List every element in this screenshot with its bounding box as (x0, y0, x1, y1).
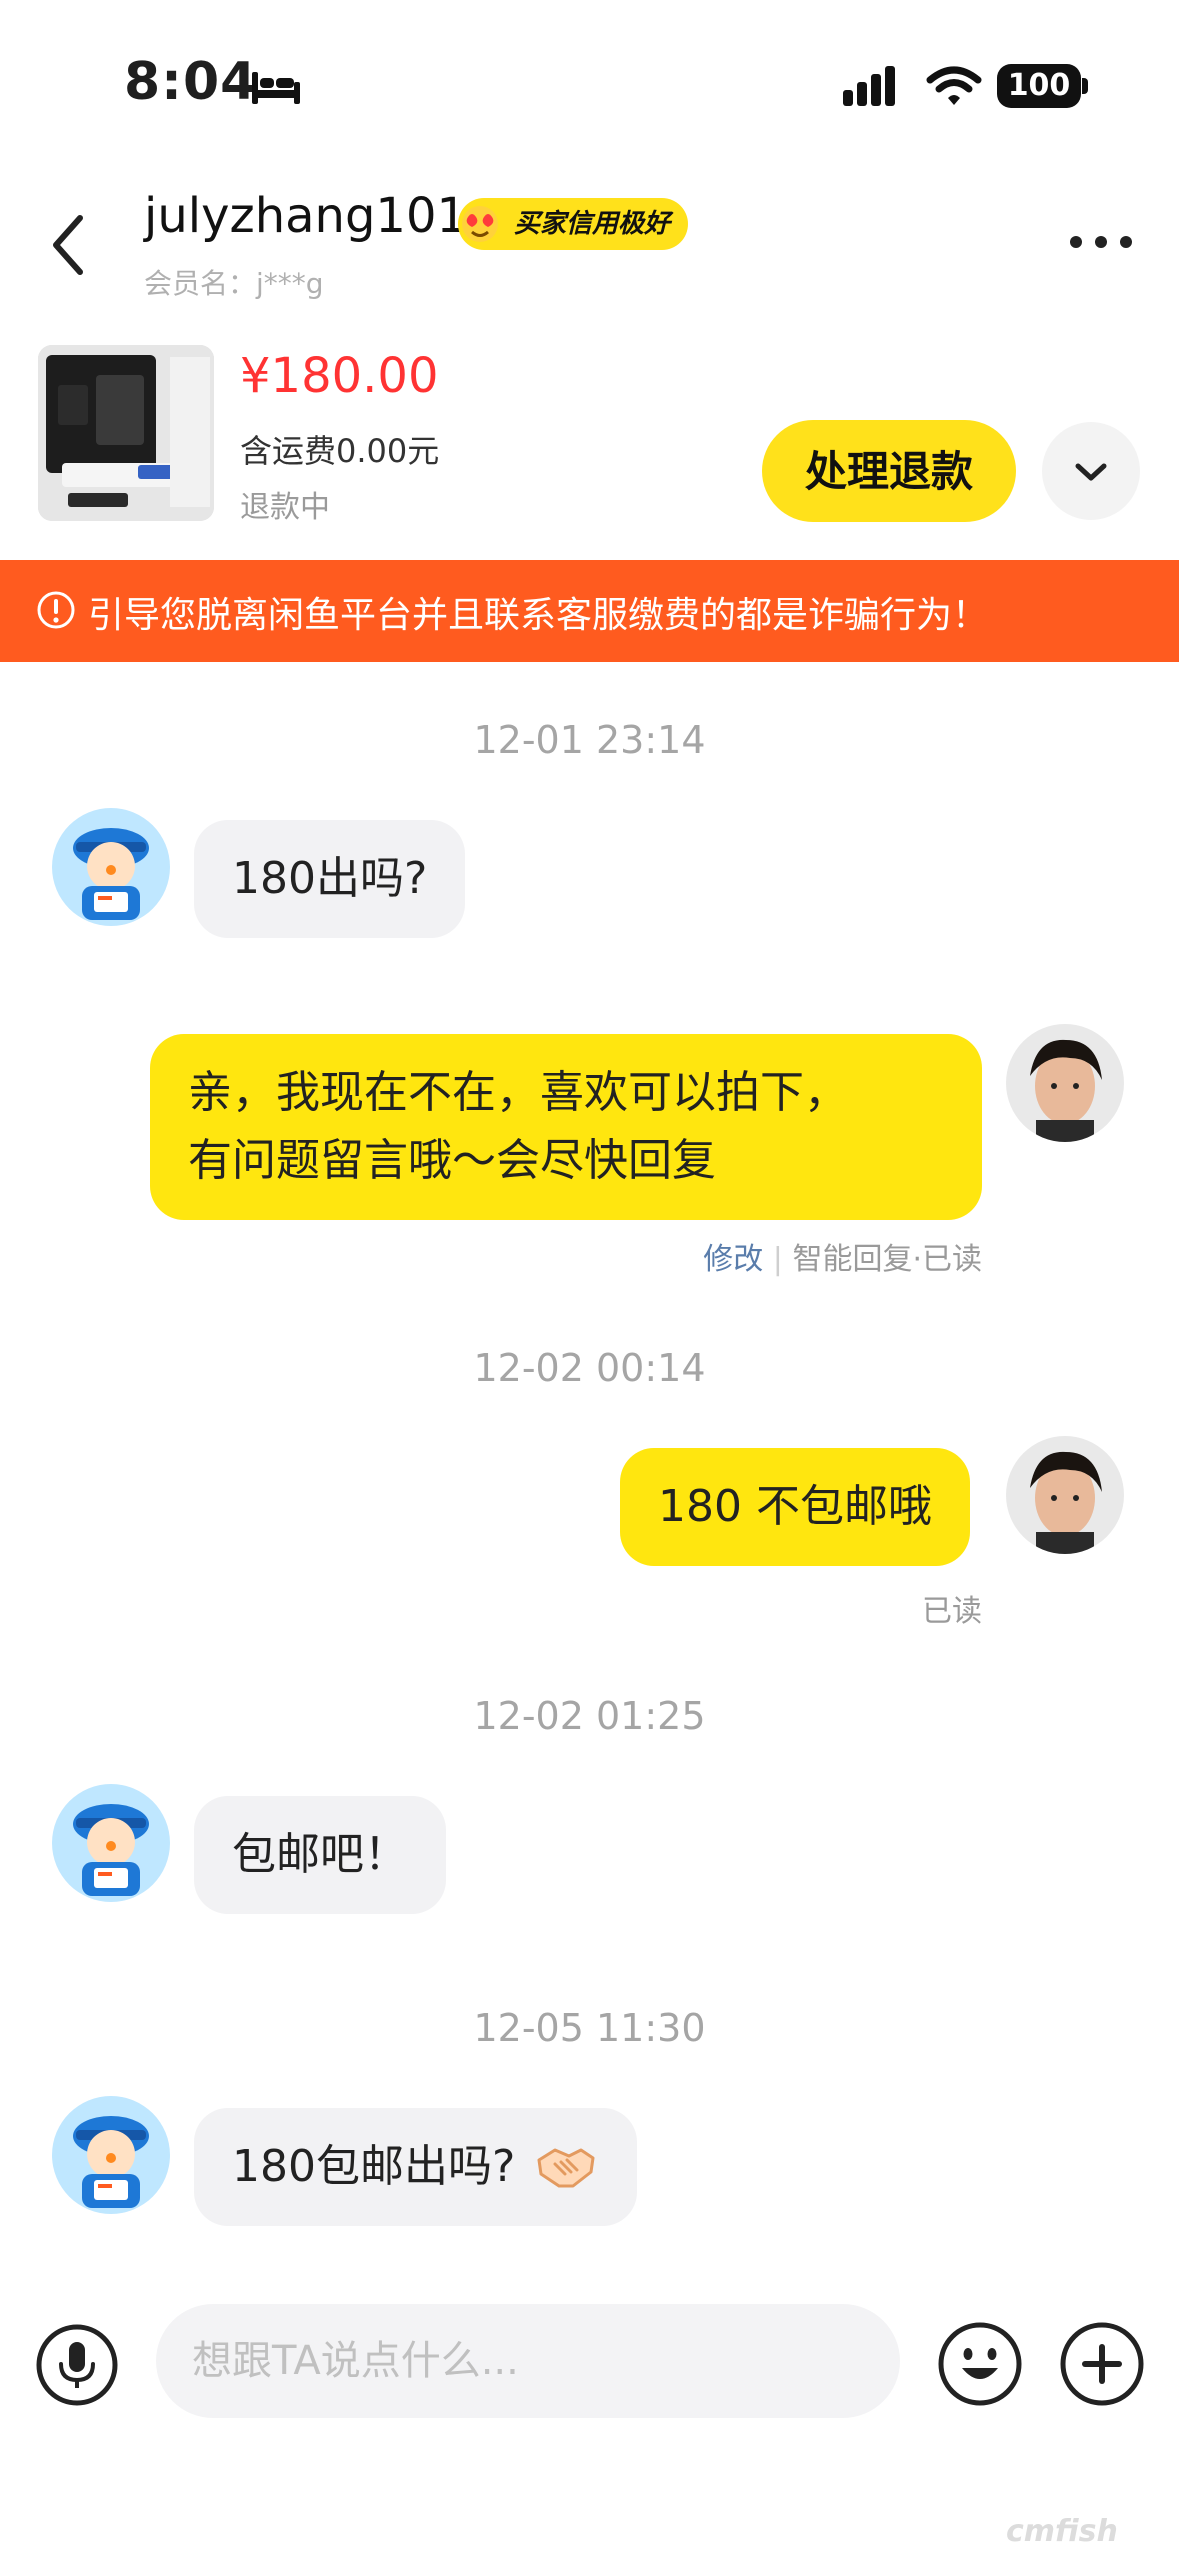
fraud-warning-banner: 引导您脱离闲鱼平台并且联系客服缴费的都是诈骗行为！ (0, 560, 1179, 662)
buyer-message-bubble[interactable]: 180包邮出吗? (194, 2108, 638, 2226)
buyer-avatar-image (52, 1784, 170, 1902)
member-name: 会员名：j***g (144, 267, 324, 300)
wifi-icon (926, 66, 982, 105)
message-text-line-1: 亲，我现在不在，喜欢可以拍下， (188, 1067, 848, 1118)
message-timestamp: 12-05 11:30 (473, 2006, 706, 2050)
buyer-avatar[interactable] (52, 2096, 170, 2214)
watermark: cmfish (1006, 2514, 1118, 2549)
product-thumbnail[interactable] (38, 345, 214, 521)
shipping-info: 含运费0.00元 (240, 432, 440, 470)
message-timestamp: 12-02 00:14 (473, 1346, 706, 1390)
message-text-line-2: 有问题留言哦～会尽快回复 (188, 1135, 716, 1186)
message-text: 包邮吧！ (232, 1829, 408, 1880)
seller-avatar-image (1006, 1024, 1124, 1142)
message-timestamp: 12-01 23:14 (473, 718, 706, 762)
buyer-avatar[interactable] (52, 1784, 170, 1902)
alert-circle-icon (37, 591, 75, 629)
handshake-emoji-icon (537, 2148, 595, 2188)
more-horizontal-icon[interactable] (1068, 232, 1134, 252)
message-timestamp: 12-02 01:25 (473, 1694, 706, 1738)
status-time: 8:04 (124, 52, 258, 112)
message-input[interactable] (156, 2304, 900, 2418)
chevron-down-icon (1075, 463, 1107, 481)
process-refund-button[interactable]: 处理退款 (762, 420, 1016, 522)
cellular-signal-icon (843, 66, 895, 106)
chevron-left-icon[interactable] (46, 210, 96, 280)
seller-avatar-image (1006, 1436, 1124, 1554)
seller-message-bubble[interactable]: 亲，我现在不在，喜欢可以拍下， 有问题留言哦～会尽快回复 (150, 1034, 982, 1220)
buyer-message-bubble[interactable]: 包邮吧！ (194, 1796, 446, 1914)
message-text: 180包邮出吗? (232, 2141, 516, 2192)
seller-message-bubble[interactable]: 180 不包邮哦 (620, 1448, 970, 1566)
product-image (38, 345, 214, 521)
microphone-icon[interactable] (34, 2322, 120, 2408)
smiley-icon[interactable] (936, 2320, 1024, 2408)
warning-text: 引导您脱离闲鱼平台并且联系客服缴费的都是诈骗行为！ (88, 595, 989, 636)
message-text: 180出吗? (232, 853, 428, 904)
buyer-avatar[interactable] (52, 808, 170, 926)
order-status: 退款中 (240, 490, 330, 525)
battery-tip (1082, 78, 1088, 94)
buyer-message-bubble[interactable]: 180出吗? (194, 820, 466, 938)
read-status: 已读 (922, 1594, 982, 1629)
chat-title-username[interactable]: julyzhang101 (144, 188, 467, 244)
expand-button[interactable] (1042, 422, 1140, 520)
plus-icon[interactable] (1058, 2320, 1146, 2408)
battery-indicator: 100 (997, 64, 1081, 108)
heart-eyes-emoji-icon (462, 206, 498, 242)
message-meta: 修改 | 智能回复·已读 (703, 1242, 982, 1277)
edit-reply-link[interactable]: 修改 (703, 1242, 763, 1277)
sleep-focus-icon (252, 72, 300, 104)
buyer-avatar-image (52, 808, 170, 926)
seller-avatar[interactable] (1006, 1024, 1124, 1142)
buyer-avatar-image (52, 2096, 170, 2214)
read-status: 智能回复·已读 (792, 1242, 982, 1277)
message-text: 180 不包邮哦 (658, 1481, 932, 1532)
seller-avatar[interactable] (1006, 1436, 1124, 1554)
product-price: ¥180.00 (240, 348, 439, 404)
